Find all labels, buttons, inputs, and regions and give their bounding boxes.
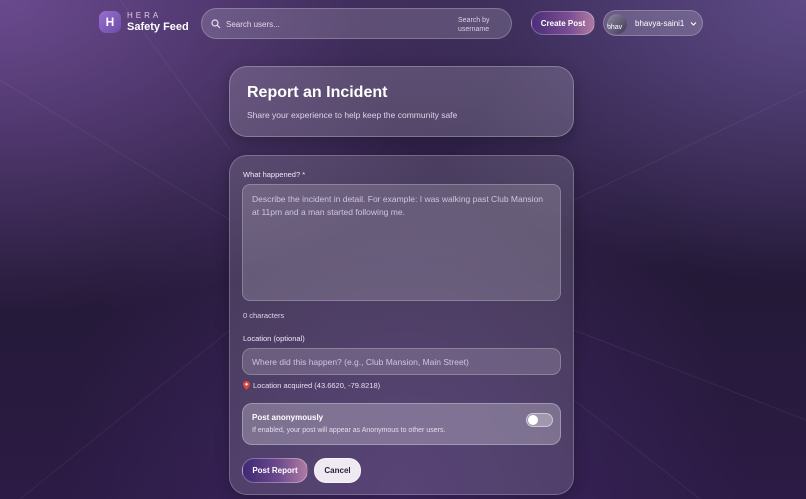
incident-description-input[interactable] (242, 184, 561, 301)
anonymous-toggle[interactable] (526, 413, 553, 427)
character-count: 0 characters (243, 311, 285, 320)
cancel-button[interactable]: Cancel (314, 458, 361, 483)
anonymous-option: Post anonymously If enabled, your post w… (242, 403, 561, 445)
post-report-button[interactable]: Post Report (242, 458, 308, 483)
page-subtitle: Share your experience to help keep the c… (247, 110, 458, 120)
chevron-down-icon[interactable] (690, 21, 697, 27)
avatar[interactable]: bhav (607, 14, 627, 34)
search-input[interactable] (226, 16, 436, 32)
top-header: H HERA Safety Feed Search by username Cr… (0, 0, 806, 46)
toggle-knob (528, 415, 538, 425)
map-pin-icon (243, 381, 250, 390)
location-input[interactable] (242, 348, 561, 375)
user-menu[interactable]: bhav bhavya-saini1 (603, 10, 703, 36)
location-status: Location acquired (43.6620, -79.8218) (243, 381, 380, 390)
page-title: Report an Incident (247, 84, 388, 101)
create-post-button[interactable]: Create Post (531, 11, 595, 35)
title-card: Report an Incident Share your experience… (229, 66, 574, 137)
incident-form: What happened? * 0 characters Location (… (229, 155, 574, 495)
anonymous-description: If enabled, your post will appear as Ano… (252, 427, 446, 434)
avatar-alt-text: bhav (607, 24, 623, 31)
location-label: Location (optional) (243, 334, 305, 343)
search-hint: Search by username (458, 17, 490, 33)
user-search-bar: Search by username (201, 8, 512, 39)
username-label: bhavya-saini1 (635, 19, 685, 28)
what-happened-label: What happened? * (243, 170, 306, 179)
location-status-text: Location acquired (43.6620, -79.8218) (253, 381, 381, 390)
anonymous-title: Post anonymously (252, 413, 324, 422)
logo-icon[interactable]: H (99, 11, 121, 33)
search-icon (211, 19, 221, 29)
brand-name[interactable]: Safety Feed (127, 21, 189, 33)
brand-tagline: HERA (127, 11, 162, 20)
